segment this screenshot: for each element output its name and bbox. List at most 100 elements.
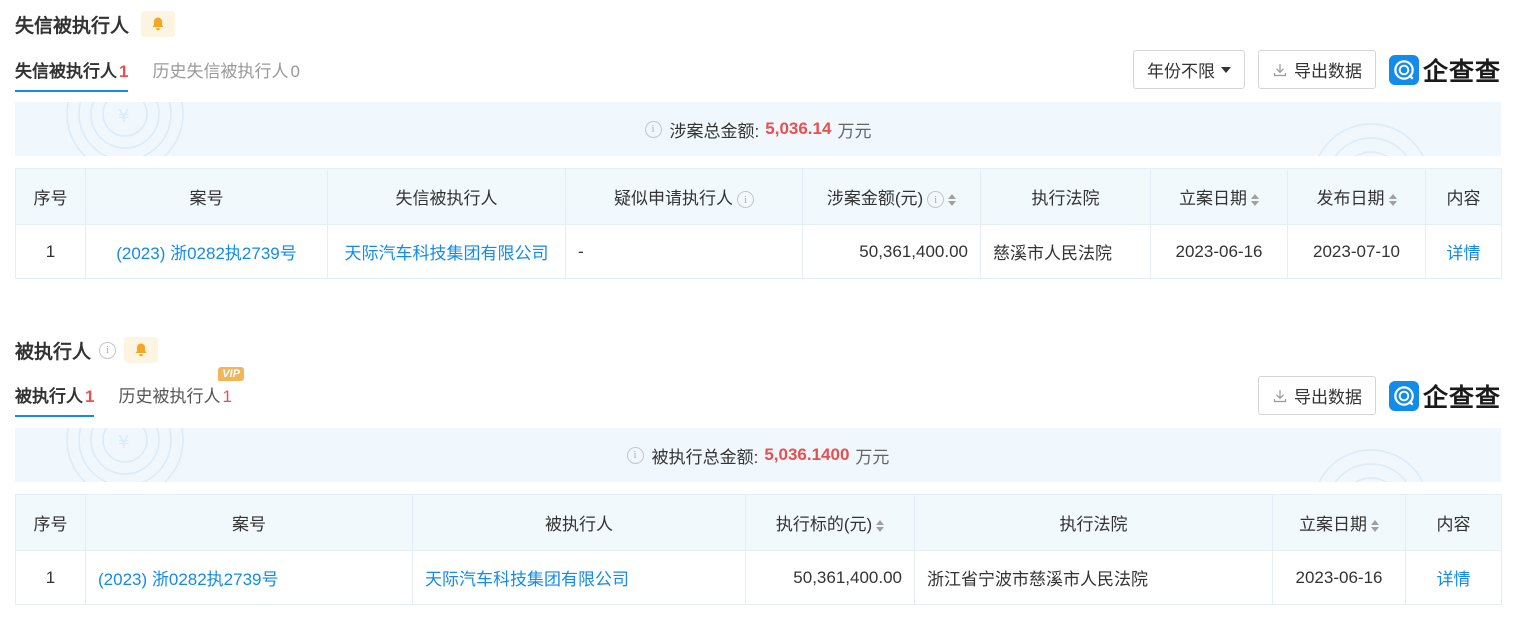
section-title: 被执行人 i (15, 336, 159, 364)
coin-watermark-icon: ¥ (66, 428, 184, 482)
col-header-index: 序号 (15, 494, 86, 551)
col-header-filing-date[interactable]: 立案日期 (1150, 168, 1288, 225)
qichacha-logo: 企查查 (1388, 50, 1501, 89)
col-header-amount[interactable]: 执行标的(元) (745, 494, 915, 551)
col-header-content: 内容 (1405, 494, 1502, 551)
tab-count: 1 (85, 387, 95, 406)
case-number-link[interactable]: (2023) 浙0282执2739号 (85, 550, 413, 605)
cell-applicant: - (565, 224, 803, 279)
qichacha-logo-icon (1388, 380, 1419, 411)
table-row: 1 (2023) 浙0282执2739号 天际汽车科技集团有限公司 50,361… (15, 550, 1502, 605)
tab-count: 1 (119, 62, 129, 81)
summary-amount: 5,036.14 (765, 119, 832, 138)
col-header-court: 执行法院 (980, 168, 1151, 225)
year-filter-label: 年份不限 (1146, 62, 1215, 81)
sort-icon[interactable] (876, 519, 885, 532)
col-header-content: 内容 (1425, 168, 1502, 225)
toolbar: 年份不限 导出数据 企查查 (1120, 50, 1501, 89)
col-header-court: 执行法院 (914, 494, 1273, 551)
cell-court: 浙江省宁波市慈溪市人民法院 (914, 550, 1273, 605)
tab-count: 0 (290, 62, 300, 81)
download-icon (1273, 63, 1287, 76)
col-header-publish-date[interactable]: 发布日期 (1287, 168, 1426, 225)
toolbar: 导出数据 企查查 (1245, 376, 1501, 415)
sort-icon[interactable] (1251, 193, 1259, 206)
download-icon (1273, 389, 1287, 402)
col-header-index: 序号 (15, 168, 86, 225)
col-header-case-no: 案号 (85, 168, 328, 225)
cell-index: 1 (15, 224, 86, 279)
bell-icon[interactable] (124, 337, 159, 363)
cell-amount: 50,361,400.00 (745, 550, 915, 605)
table-header-row: 序号 案号 失信被执行人 疑似申请执行人 i 涉案金额(元) i 执行法院 立案日期… (15, 168, 1502, 225)
coin-watermark-icon (1318, 449, 1424, 482)
col-header-label: 立案日期 (1299, 515, 1367, 534)
col-header-label: 发布日期 (1316, 189, 1385, 208)
tab-label: 历史失信被执行人 (152, 62, 289, 81)
sort-icon[interactable] (1371, 519, 1379, 532)
cell-publish-date: 2023-07-10 (1287, 224, 1426, 279)
detail-link[interactable]: 详情 (1425, 224, 1502, 279)
sort-icon[interactable] (948, 193, 957, 206)
col-header-label: 立案日期 (1179, 189, 1247, 208)
tab-history-dishonest-debtor[interactable]: 历史失信被执行人 0 (152, 60, 299, 90)
company-link[interactable]: 天际汽车科技集团有限公司 (412, 550, 746, 605)
svg-text:¥: ¥ (118, 106, 129, 127)
section-title-text: 失信被执行人 (15, 15, 130, 37)
col-header-case-no: 案号 (85, 494, 413, 551)
company-link[interactable]: 天际汽车科技集团有限公司 (327, 224, 566, 279)
coin-watermark-icon (1318, 123, 1424, 156)
col-header-label: 疑似申请执行人 (614, 189, 733, 208)
year-filter-dropdown[interactable]: 年份不限 (1132, 50, 1245, 89)
table-header-row: 序号 案号 被执行人 执行标的(元) 执行法院 立案日期 内容 (15, 494, 1502, 551)
cell-filing-date: 2023-06-16 (1272, 550, 1406, 605)
tab-count: 1 (222, 387, 232, 406)
dishonest-debtor-table: 序号 案号 失信被执行人 疑似申请执行人 i 涉案金额(元) i 执行法院 立案日期… (15, 168, 1502, 279)
section-title-text: 被执行人 (15, 341, 92, 363)
summary-unit: 万元 (837, 121, 872, 141)
export-button[interactable]: 导出数据 (1257, 376, 1376, 415)
summary-label: 被执行总金额: (651, 447, 759, 467)
col-header-amount[interactable]: 涉案金额(元) i (802, 168, 981, 225)
bell-icon[interactable] (141, 11, 176, 37)
logo-text: 企查查 (1422, 383, 1501, 412)
cell-amount: 50,361,400.00 (802, 224, 981, 279)
tab-dishonest-debtor[interactable]: 失信被执行人 1 (15, 60, 129, 92)
col-header-filing-date[interactable]: 立案日期 (1272, 494, 1406, 551)
col-header-label: 涉案金额(元) (826, 189, 924, 208)
logo-text: 企查查 (1422, 57, 1501, 86)
tab-history-debtor[interactable]: 历史被执行人 1 VIP (118, 367, 244, 415)
export-label: 导出数据 (1293, 62, 1362, 81)
tab-bar: 失信被执行人 1 历史失信被执行人 0 (15, 60, 324, 92)
section-title: 失信被执行人 (15, 10, 176, 38)
summary-amount: 5,036.1400 (764, 445, 850, 464)
tab-label: 失信被执行人 (15, 62, 117, 81)
tab-label: 历史被执行人 (118, 387, 221, 406)
qichacha-logo-icon (1388, 54, 1419, 85)
export-button[interactable]: 导出数据 (1257, 50, 1376, 89)
summary-label: 涉案总金额: (669, 121, 760, 141)
tab-bar: 被执行人 1 历史被执行人 1 VIP (15, 367, 256, 417)
info-icon[interactable]: i (927, 191, 945, 209)
sort-icon[interactable] (1388, 193, 1397, 206)
col-header-label: 执行标的(元) (775, 515, 873, 534)
summary-unit: 万元 (855, 447, 890, 467)
info-icon[interactable]: i (737, 191, 754, 209)
case-number-link[interactable]: (2023) 浙0282执2739号 (85, 224, 328, 279)
summary-bar: ¥ i 被执行总金额: 5,036.1400 万元 (15, 428, 1501, 482)
export-label: 导出数据 (1293, 388, 1362, 407)
col-header-party: 失信被执行人 (327, 168, 566, 225)
debtor-table: 序号 案号 被执行人 执行标的(元) 执行法院 立案日期 内容 1 (2023)… (15, 494, 1502, 605)
info-icon[interactable]: i (626, 446, 644, 464)
vip-badge: VIP (218, 367, 244, 381)
info-icon[interactable]: i (644, 120, 662, 138)
cell-filing-date: 2023-06-16 (1150, 224, 1288, 279)
info-icon[interactable]: i (99, 341, 117, 359)
caret-down-icon (1220, 66, 1231, 73)
tab-label: 被执行人 (15, 387, 83, 406)
qichacha-logo: 企查查 (1388, 376, 1501, 415)
tab-debtor[interactable]: 被执行人 1 (15, 385, 95, 417)
detail-link[interactable]: 详情 (1405, 550, 1502, 605)
coin-watermark-icon: ¥ (66, 102, 184, 156)
svg-text:¥: ¥ (118, 432, 129, 453)
